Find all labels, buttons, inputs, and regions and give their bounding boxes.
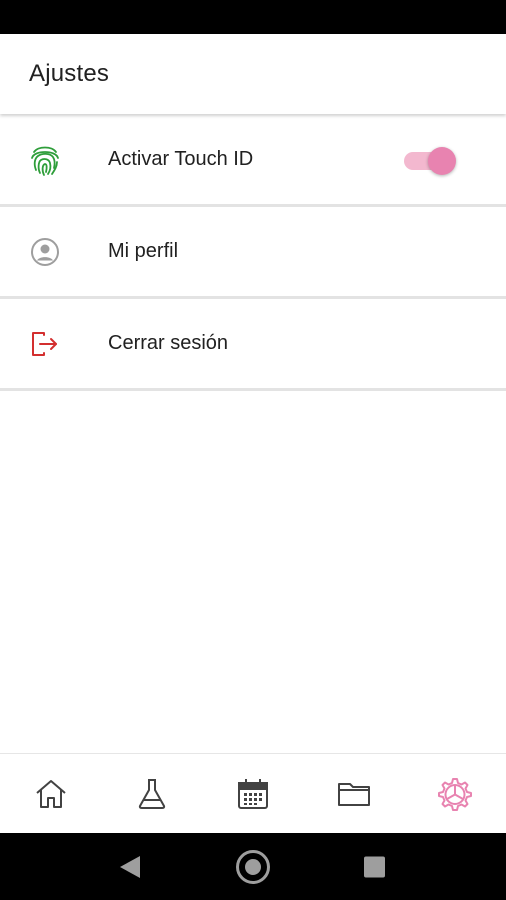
app-bar: Ajustes [0, 34, 506, 114]
settings-icon [438, 777, 473, 811]
page-title: Ajustes [29, 60, 110, 87]
nav-calendar[interactable] [223, 764, 283, 824]
back-icon[interactable] [120, 855, 140, 878]
status-bar [0, 0, 506, 34]
nav-settings[interactable] [425, 764, 485, 824]
recent-apps-icon[interactable] [364, 856, 385, 877]
logout-label: Cerrar sesión [108, 332, 229, 354]
settings-list: Activar Touch ID Mi perfil Cerrar sesión [0, 115, 506, 391]
nav-home[interactable] [21, 764, 81, 824]
calendar-icon [237, 778, 268, 809]
fingerprint-icon [28, 143, 62, 177]
nav-lab[interactable] [122, 764, 182, 824]
home-circle-icon[interactable] [236, 849, 270, 884]
folder-icon [338, 782, 371, 806]
system-nav-bar [0, 833, 506, 900]
nav-folder[interactable] [324, 764, 384, 824]
touch-id-row[interactable]: Activar Touch ID [0, 115, 506, 207]
bottom-nav [0, 753, 506, 833]
touch-id-toggle[interactable] [404, 144, 458, 176]
home-icon [35, 779, 66, 808]
logout-row[interactable]: Cerrar sesión [0, 299, 506, 391]
logout-icon [28, 327, 62, 361]
toggle-thumb [428, 146, 456, 175]
profile-row[interactable]: Mi perfil [0, 207, 506, 299]
profile-label: Mi perfil [108, 240, 179, 262]
touch-id-label: Activar Touch ID [108, 148, 254, 170]
account-circle-icon [28, 235, 62, 269]
flask-icon [138, 778, 165, 809]
